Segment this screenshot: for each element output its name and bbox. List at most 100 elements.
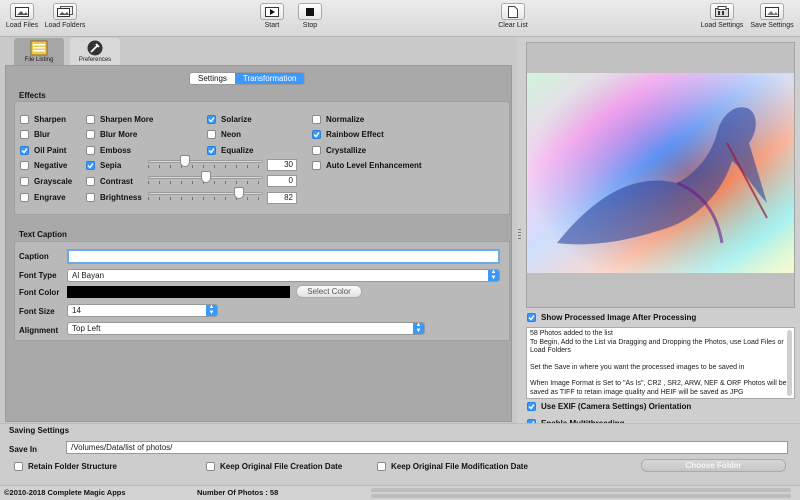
effects-title: Effects bbox=[19, 91, 46, 100]
checkbox-box bbox=[312, 115, 321, 124]
effect-label: Negative bbox=[34, 161, 68, 170]
contrast-value-field[interactable]: 0 bbox=[267, 175, 297, 187]
load-folders-button[interactable]: Load Folders bbox=[42, 3, 88, 29]
caption-input[interactable] bbox=[67, 249, 500, 264]
log-scrollbar[interactable] bbox=[787, 330, 792, 396]
effect-negative-checkbox[interactable]: Negative bbox=[20, 161, 67, 170]
play-icon bbox=[260, 3, 284, 20]
save-in-path-field[interactable]: /Volumes/Data/list of photos/ bbox=[66, 441, 788, 454]
checkmark-icon bbox=[20, 146, 29, 155]
checkbox-box bbox=[86, 177, 95, 186]
effect-label: Engrave bbox=[34, 193, 66, 202]
show-processed-checkbox[interactable]: Show Processed Image After Processing bbox=[527, 313, 696, 322]
keep-creation-date-checkbox[interactable]: Keep Original File Creation Date bbox=[206, 462, 342, 471]
alignment-label: Alignment bbox=[19, 326, 59, 335]
checkmark-icon bbox=[527, 313, 536, 322]
effect-sharpen-more-checkbox[interactable]: Sharpen More bbox=[86, 115, 153, 124]
alignment-select[interactable]: Top Left ▲ ▼ bbox=[67, 322, 425, 335]
effect-label: Contrast bbox=[100, 177, 133, 186]
split-view-handle[interactable] bbox=[518, 229, 521, 241]
contrast-slider-thumb[interactable] bbox=[201, 171, 211, 183]
settings-save-icon bbox=[760, 3, 784, 20]
start-label: Start bbox=[264, 22, 280, 29]
effect-sepia-checkbox[interactable]: Sepia bbox=[86, 161, 121, 170]
effect-emboss-checkbox[interactable]: Emboss bbox=[86, 146, 131, 155]
effect-equalize-checkbox[interactable]: Equalize bbox=[207, 146, 253, 155]
progress-bar-secondary bbox=[371, 494, 791, 498]
settings-load-icon bbox=[710, 3, 734, 20]
sepia-slider-thumb[interactable] bbox=[180, 155, 190, 167]
clear-list-label: Clear List bbox=[498, 22, 528, 29]
font-type-value: Al Bayan bbox=[72, 271, 105, 280]
font-size-select[interactable]: 14 ▲ ▼ bbox=[67, 304, 218, 317]
brightness-value-field[interactable]: 82 bbox=[267, 192, 297, 204]
effect-engrave-checkbox[interactable]: Engrave bbox=[20, 193, 66, 202]
segment-transformation[interactable]: Transformation bbox=[234, 73, 305, 84]
effect-normalize-checkbox[interactable]: Normalize bbox=[312, 115, 364, 124]
retain-structure-checkbox[interactable]: Retain Folder Structure bbox=[14, 462, 117, 471]
use-exif-checkbox[interactable]: Use EXIF (Camera Settings) Orientation bbox=[527, 402, 691, 411]
brightness-slider-thumb[interactable] bbox=[234, 187, 244, 199]
effect-blur-more-checkbox[interactable]: Blur More bbox=[86, 130, 137, 139]
effect-contrast-checkbox[interactable]: Contrast bbox=[86, 177, 133, 186]
log-line: When Image Format is Set to "As Is", CR2… bbox=[530, 380, 787, 396]
effect-label: Equalize bbox=[221, 146, 254, 155]
checkmark-icon bbox=[207, 146, 216, 155]
effect-label: Grayscale bbox=[34, 177, 73, 186]
effect-rainbow-effect-checkbox[interactable]: Rainbow Effect bbox=[312, 130, 384, 139]
stop-icon bbox=[298, 3, 322, 20]
font-type-select[interactable]: Al Bayan ▲ ▼ bbox=[67, 269, 500, 282]
font-type-label: Font Type bbox=[19, 271, 57, 280]
checkbox-box bbox=[86, 193, 95, 202]
start-button[interactable]: Start bbox=[258, 3, 286, 29]
effect-crystallize-checkbox[interactable]: Crystallize bbox=[312, 146, 366, 155]
checkmark-icon bbox=[527, 402, 536, 411]
load-folders-label: Load Folders bbox=[44, 22, 86, 29]
stop-button[interactable]: Stop bbox=[296, 3, 324, 29]
effect-oil-paint-checkbox[interactable]: Oil Paint bbox=[20, 146, 66, 155]
effect-label: Sharpen bbox=[34, 115, 67, 124]
tab-preferences[interactable]: Preferences bbox=[70, 38, 120, 65]
checkmark-icon bbox=[86, 161, 95, 170]
load-settings-label: Load Settings bbox=[700, 22, 744, 29]
effect-blur-checkbox[interactable]: Blur bbox=[20, 130, 50, 139]
load-settings-button[interactable]: Load Settings bbox=[698, 3, 746, 29]
effect-neon-checkbox[interactable]: Neon bbox=[207, 130, 241, 139]
photo-count: Number Of Photos : 58 bbox=[197, 488, 279, 497]
updown-arrows-icon: ▲ ▼ bbox=[413, 322, 424, 334]
sepia-slider[interactable] bbox=[148, 155, 263, 168]
choose-folder-button[interactable]: Choose Folder bbox=[641, 459, 786, 472]
left-panel: File Listing Preferences bbox=[0, 37, 517, 423]
checkbox-box bbox=[14, 462, 23, 471]
save-settings-button[interactable]: Save Settings bbox=[748, 3, 796, 29]
effect-brightness-checkbox[interactable]: Brightness bbox=[86, 193, 142, 202]
tab-preferences-label: Preferences bbox=[78, 57, 112, 63]
contrast-slider[interactable] bbox=[148, 171, 263, 184]
effect-sharpen-checkbox[interactable]: Sharpen bbox=[20, 115, 66, 124]
sepia-value-field[interactable]: 30 bbox=[267, 159, 297, 171]
alignment-value: Top Left bbox=[72, 324, 101, 333]
select-color-button[interactable]: Select Color bbox=[296, 285, 362, 298]
effect-solarize-checkbox[interactable]: Solarize bbox=[207, 115, 252, 124]
saving-settings-title: Saving Settings bbox=[9, 426, 70, 435]
saving-settings-area bbox=[0, 423, 800, 485]
log-text-view[interactable]: 58 Photos added to the list To Begin, Ad… bbox=[526, 327, 795, 399]
tab-file-listing[interactable]: File Listing bbox=[14, 38, 64, 65]
checkmark-icon bbox=[207, 115, 216, 124]
effect-grayscale-checkbox[interactable]: Grayscale bbox=[20, 177, 72, 186]
image-icon bbox=[10, 3, 34, 20]
segment-settings[interactable]: Settings bbox=[190, 73, 235, 84]
checkbox-box bbox=[377, 462, 386, 471]
effect-label: Solarize bbox=[221, 115, 252, 124]
load-files-button[interactable]: Load Files bbox=[4, 3, 40, 29]
effect-auto-level-enhancement-checkbox[interactable]: Auto Level Enhancement bbox=[312, 161, 422, 170]
checkbox-box bbox=[20, 193, 29, 202]
log-line: 58 Photos added to the list To Begin, Ad… bbox=[530, 330, 784, 354]
effect-label: Sharpen More bbox=[100, 115, 154, 124]
show-processed-label: Show Processed Image After Processing bbox=[541, 313, 697, 322]
clear-list-button[interactable]: Clear List bbox=[494, 3, 532, 29]
font-color-swatch[interactable] bbox=[67, 286, 290, 298]
brightness-slider[interactable] bbox=[148, 187, 263, 200]
retain-structure-label: Retain Folder Structure bbox=[28, 462, 117, 471]
keep-modification-date-checkbox[interactable]: Keep Original File Modification Date bbox=[377, 462, 528, 471]
